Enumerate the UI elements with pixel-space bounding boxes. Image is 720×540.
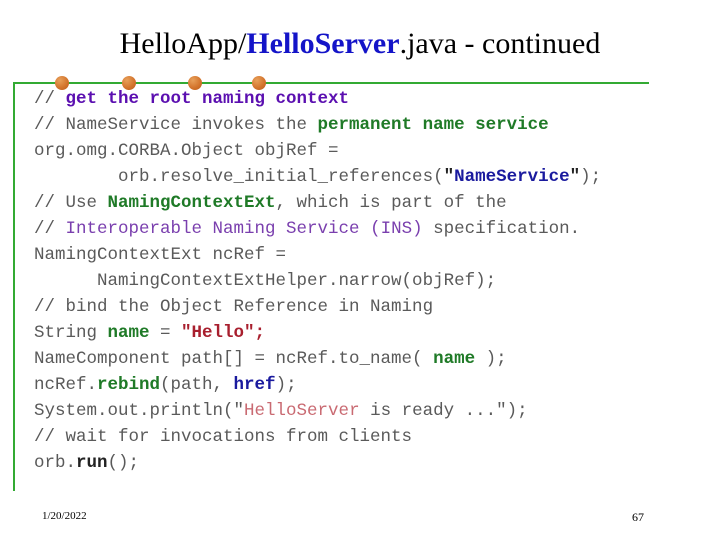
code-span: org.omg.CORBA.Object objRef = (34, 141, 339, 161)
code-span: rebind (97, 375, 161, 395)
code-span: String (34, 323, 108, 343)
code-span: NamingContextExt ncRef = (34, 245, 287, 265)
code-line: NamingContextExtHelper.narrow(objRef); (34, 268, 704, 294)
code-span: Interoperable Naming Service (INS) (65, 219, 423, 239)
title-highlight: HelloServer (246, 27, 400, 60)
code-span: orb.resolve_initial_references( (34, 167, 444, 187)
code-span: href (233, 375, 276, 395)
code-span: is ready ..."); (359, 401, 528, 421)
code-span: HelloServer (244, 401, 360, 421)
title-suffix: .java - continued (399, 27, 601, 60)
code-span: ncRef. (34, 375, 98, 395)
footer-date: 1/20/2022 (42, 510, 87, 522)
code-span: = (149, 323, 182, 343)
code-span: // (34, 219, 66, 239)
code-line: orb.resolve_initial_references("NameServ… (34, 164, 704, 190)
code-span: // Use (34, 193, 108, 213)
code-span: NamingContextExtHelper.narrow(objRef); (34, 271, 497, 291)
code-span: ); (475, 349, 507, 369)
code-span: name (107, 323, 150, 343)
code-span: (path, (160, 375, 234, 395)
code-span: NameService (454, 167, 570, 187)
code-span: "Hello"; (181, 323, 266, 343)
code-span: name (433, 349, 476, 369)
code-span: System.out.println(" (34, 401, 245, 421)
slide-canvas: HelloApp/HelloServer.java - continued //… (0, 0, 720, 540)
code-span: permanent name service (317, 115, 549, 135)
code-line: // bind the Object Reference in Naming (34, 294, 704, 320)
code-span: NameComponent path[] = ncRef.to_name( (34, 349, 434, 369)
code-span: ); (580, 167, 602, 187)
code-span: get the root naming context (65, 89, 350, 109)
code-line: NameComponent path[] = ncRef.to_name( na… (34, 346, 704, 372)
decorative-horizontal-rule (13, 82, 649, 84)
decorative-vertical-rule (13, 82, 15, 491)
code-span: run (76, 453, 108, 473)
page-title: HelloApp/HelloServer.java - continued (0, 26, 720, 62)
code-span: ); (275, 375, 297, 395)
code-line: org.omg.CORBA.Object objRef = (34, 138, 704, 164)
code-line: System.out.println("HelloServer is ready… (34, 398, 704, 424)
code-span: NamingContextExt (107, 193, 276, 213)
code-span: specification. (422, 219, 581, 239)
footer-page-number: 67 (632, 510, 644, 524)
code-span: // NameService invokes the (34, 115, 318, 135)
code-line: // Use NamingContextExt, which is part o… (34, 190, 704, 216)
code-span: " (569, 167, 581, 187)
title-prefix: HelloApp/ (119, 27, 247, 60)
code-span: // wait for invocations from clients (34, 427, 413, 447)
code-span: , which is part of the (275, 193, 507, 213)
code-line: String name = "Hello"; (34, 320, 704, 346)
code-line: // NameService invokes the permanent nam… (34, 112, 704, 138)
code-span: orb. (34, 453, 77, 473)
code-line: ncRef.rebind(path, href); (34, 372, 704, 398)
code-span: // bind the Object Reference in Naming (34, 297, 434, 317)
code-line: orb.run(); (34, 450, 704, 476)
code-span: (); (107, 453, 140, 473)
code-line: // get the root naming context (34, 86, 704, 112)
code-span: // (34, 89, 66, 109)
code-line: NamingContextExt ncRef = (34, 242, 704, 268)
code-block: // get the root naming context// NameSer… (34, 86, 704, 476)
code-line: // Interoperable Naming Service (INS) sp… (34, 216, 704, 242)
code-span: " (443, 167, 455, 187)
code-line: // wait for invocations from clients (34, 424, 704, 450)
